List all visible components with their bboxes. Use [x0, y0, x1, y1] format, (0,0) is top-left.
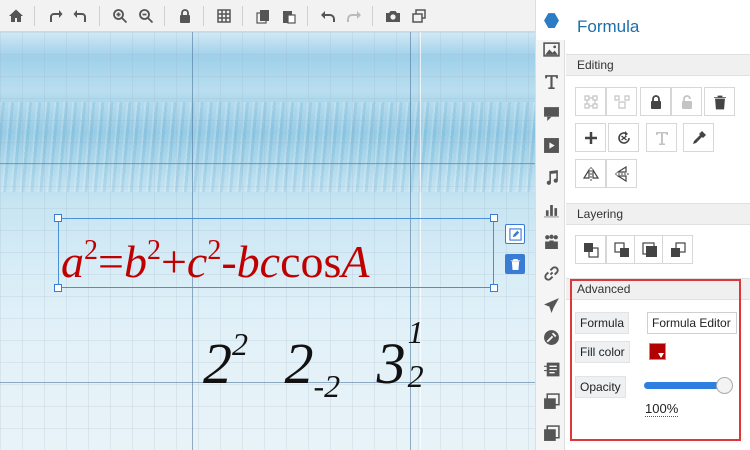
ungroup-icon[interactable] — [606, 87, 637, 116]
formula-token: 2 — [203, 331, 232, 396]
lock-icon[interactable] — [640, 87, 671, 116]
link-icon[interactable] — [541, 263, 561, 283]
formula-token: + — [160, 236, 187, 287]
music-icon[interactable] — [541, 167, 561, 187]
section-layering: Layering — [566, 203, 750, 225]
flip-vertical-icon[interactable] — [606, 159, 637, 188]
bring-front-icon[interactable] — [575, 235, 606, 264]
formula-token: 3 — [376, 331, 406, 396]
formula-token: bc — [236, 236, 281, 287]
eyedropper-icon[interactable] — [683, 123, 714, 152]
section-editing: Editing — [566, 54, 750, 76]
toolbar-divider — [203, 5, 204, 26]
formula-token: c — [186, 236, 208, 287]
formula-token: A — [341, 236, 370, 287]
formula-exponent: 2 — [84, 235, 98, 266]
paste-icon[interactable] — [277, 4, 301, 28]
resize-handle[interactable] — [54, 214, 62, 222]
formula-law-of-cosines[interactable]: a2=b2+c2-bccosA — [61, 221, 370, 292]
chart-icon[interactable] — [541, 199, 561, 219]
group-icon[interactable] — [575, 87, 606, 116]
send-backward-icon[interactable] — [634, 235, 665, 264]
formula-editor-field[interactable]: Formula Editor — [647, 312, 737, 334]
opacity-label: Opacity — [575, 376, 626, 398]
top-toolbar — [0, 0, 535, 32]
toolbar-divider — [372, 5, 373, 26]
video-icon[interactable] — [541, 135, 561, 155]
lock-icon[interactable] — [173, 4, 197, 28]
panel-title: Formula — [577, 17, 640, 36]
formula-icon[interactable] — [541, 10, 561, 30]
caption-icon[interactable] — [541, 359, 561, 379]
toolbar-divider — [307, 5, 308, 26]
selected-formula-box[interactable]: a2=b2+c2-bccosA — [54, 214, 498, 292]
formula-token: cos — [280, 236, 342, 287]
guide-line — [0, 163, 535, 164]
trash-icon[interactable] — [704, 87, 735, 116]
formula-token: a — [61, 236, 84, 287]
formula-label: Formula — [575, 312, 630, 334]
rotate-back-icon[interactable] — [69, 4, 93, 28]
formula-powers[interactable]: 22 2-2 312 — [203, 314, 426, 404]
zoom-in-icon[interactable] — [108, 4, 132, 28]
image-icon[interactable] — [541, 39, 561, 59]
window-icon[interactable] — [407, 4, 431, 28]
photos-icon[interactable] — [541, 391, 561, 411]
bring-forward-icon[interactable] — [606, 235, 637, 264]
resize-handle[interactable] — [490, 214, 498, 222]
formula-exponent: 2 — [207, 235, 222, 266]
toolbar-divider — [99, 5, 100, 26]
home-icon[interactable] — [4, 4, 28, 28]
grid-icon[interactable] — [212, 4, 236, 28]
undo-icon[interactable] — [316, 4, 340, 28]
add-icon[interactable] — [575, 123, 606, 152]
text-style-icon[interactable] — [646, 123, 677, 152]
delete-formula-icon[interactable] — [505, 254, 525, 274]
fill-color-label: Fill color — [575, 341, 630, 363]
tool-rail — [535, 0, 566, 450]
text-icon[interactable] — [541, 71, 561, 91]
layers-icon[interactable] — [541, 423, 561, 443]
flip-horizontal-icon[interactable] — [575, 159, 606, 188]
formula-exponent: 1 — [407, 314, 424, 350]
toolbar-divider — [242, 5, 243, 26]
formula-exponent: 2 — [146, 235, 161, 266]
camera-icon[interactable] — [381, 4, 405, 28]
rotate-forward-icon[interactable] — [43, 4, 67, 28]
formula-subscript: -2 — [313, 368, 341, 404]
toolbar-divider — [34, 5, 35, 26]
opacity-value[interactable]: 100% — [645, 401, 679, 417]
copy-icon[interactable] — [251, 4, 275, 28]
fill-color-swatch[interactable] — [649, 343, 666, 360]
redo-icon[interactable] — [342, 4, 366, 28]
formula-token: 2 — [284, 331, 314, 396]
resize-handle[interactable] — [490, 284, 498, 292]
editor-canvas[interactable]: a2=b2+c2-bccosA 22 2-2 312 — [0, 32, 535, 450]
edit-formula-icon[interactable] — [505, 224, 525, 244]
zoom-out-icon[interactable] — [134, 4, 158, 28]
people-icon[interactable] — [541, 231, 561, 251]
resize-handle[interactable] — [54, 284, 62, 292]
plane-icon[interactable] — [541, 295, 561, 315]
formula-token: - — [221, 236, 237, 287]
send-back-icon[interactable] — [662, 235, 693, 264]
tool-icon[interactable] — [541, 327, 561, 347]
unlock-icon[interactable] — [671, 87, 702, 116]
formula-subscript: 2 — [407, 358, 424, 394]
toolbar-divider — [164, 5, 165, 26]
formula-token: = — [98, 236, 124, 287]
reset-rotate-icon[interactable] — [608, 123, 639, 152]
formula-exponent: 2 — [232, 326, 248, 362]
shape-icon[interactable] — [541, 103, 561, 123]
formula-token: b — [123, 236, 147, 287]
opacity-slider-knob[interactable] — [716, 377, 733, 394]
